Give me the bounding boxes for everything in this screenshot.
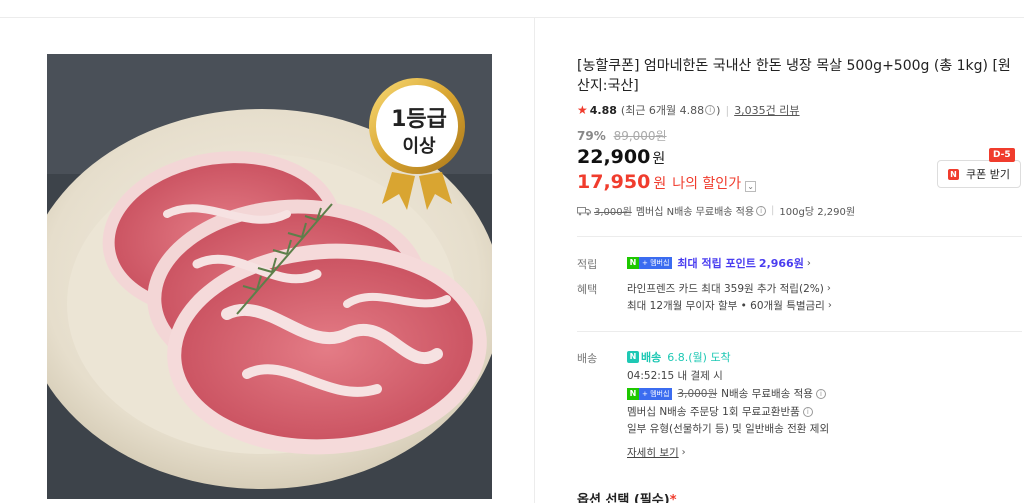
points-text: 최대 적립 포인트: [677, 257, 756, 270]
chevron-right-icon: ›: [681, 447, 686, 458]
gallery-panel: 1등급 이상 1/9: [0, 18, 535, 503]
naver-n-icon: N: [948, 168, 959, 180]
my-price-label: 나의 할인가: [672, 176, 742, 192]
price-unit: 원: [652, 151, 666, 167]
star-icon: ★: [577, 103, 588, 117]
unit-price: 100g당 2,290원: [779, 207, 856, 218]
benefit-card-row[interactable]: 라인프렌즈 카드 최대 359원 추가 적립(2%) ›: [627, 281, 831, 296]
section-divider: [577, 236, 1022, 237]
chevron-down-icon[interactable]: ⌄: [745, 181, 757, 192]
price-row: 22,900 원: [577, 146, 665, 168]
benefits-label: 혜택: [577, 283, 598, 296]
coupon-label: 쿠폰 받기: [966, 168, 1010, 181]
points-row[interactable]: N + 멤버십 최대 적립 포인트 2,966원 ›: [627, 255, 811, 271]
review-count-link[interactable]: 3,035건 리뷰: [734, 102, 799, 118]
benefit-installment-row[interactable]: 최대 12개월 무이자 할부 • 60개월 특별금리 ›: [627, 298, 832, 313]
delivery-service-row: N 배송 6.8.(월) 도착: [627, 349, 731, 365]
delivery-details-link[interactable]: 자세히 보기 ›: [627, 445, 686, 460]
shipping-summary: 3,000원 멤버십 N배송 무료배송 적용 i | 100g당 2,290원: [577, 203, 855, 218]
arrival-date: 6.8.(월) 도착: [667, 351, 731, 364]
delivery-fee-strike: 3,000원: [677, 388, 718, 400]
info-icon[interactable]: i: [815, 388, 826, 399]
benefit-installment-text: 최대 12개월 무이자 할부 • 60개월 특별금리: [627, 300, 825, 312]
n-delivery-icon: N: [627, 351, 639, 363]
coupon-dday-badge: D-5: [989, 148, 1015, 162]
naver-plus-membership-icon: N + 멤버십: [627, 257, 673, 269]
rating-recent: (최근 6개월 4.88: [620, 104, 705, 117]
chevron-right-icon: ›: [827, 300, 832, 311]
divider: |: [725, 103, 730, 117]
discount-row: 79% 89,000원: [577, 127, 667, 144]
points-amount: 2,966원: [758, 257, 804, 270]
rating-row: ★ 4.88 (최근 6개월 4.88 i ) | 3,035건 리뷰: [577, 102, 800, 118]
delivery-exclusion: 일부 유형(선물하기 등) 및 일반배송 전환 제외: [627, 423, 830, 435]
rating-recent-end: ): [716, 103, 721, 117]
section-divider: [577, 331, 1022, 332]
my-price: 17,950: [577, 171, 651, 193]
points-label: 적립: [577, 258, 598, 271]
chevron-right-icon: ›: [826, 283, 831, 294]
info-icon[interactable]: i: [802, 406, 813, 417]
sale-price: 22,900: [577, 146, 651, 168]
delivery-label: 배송: [577, 352, 598, 365]
truck-icon: [577, 206, 591, 215]
shipping-original-fee: 3,000원: [594, 207, 632, 218]
badge-line1: 1등급: [391, 107, 447, 132]
product-image[interactable]: 1등급 이상 1/9: [47, 54, 492, 499]
option-select-title: 옵션 선택 (필수)*: [577, 489, 677, 503]
product-info-panel: [농할쿠폰] 엄마네한돈 국내산 한돈 냉장 목살 500g+500g (총 1…: [577, 0, 1022, 503]
delivery-exchange-text: 멤버십 N배송 주문당 1회 무료교환반품: [627, 406, 800, 418]
my-price-row[interactable]: 17,950 원 나의 할인가 ⌄: [577, 171, 757, 193]
chevron-right-icon: ›: [806, 257, 811, 269]
rating-score: 4.88: [589, 103, 617, 117]
badge-line2: 이상: [402, 136, 436, 157]
info-icon[interactable]: i: [756, 205, 767, 216]
original-price: 89,000원: [613, 129, 667, 143]
required-mark: *: [669, 493, 677, 503]
info-icon[interactable]: i: [705, 105, 716, 115]
n-delivery-badge: N 배송: [627, 349, 661, 365]
coupon-button[interactable]: N 쿠폰 받기: [937, 160, 1021, 188]
shipping-text: 멤버십 N배송 무료배송 적용: [635, 207, 755, 218]
delivery-fee-text: N배송 무료배송 적용: [721, 388, 813, 400]
product-title: [농할쿠폰] 엄마네한돈 국내산 한돈 냉장 목살 500g+500g (총 1…: [577, 58, 1011, 94]
pork-neck-photo: 1등급 이상: [47, 54, 492, 499]
delivery-countdown: 04:52:15 내 결제 시: [627, 370, 723, 382]
delivery-fee-row: N + 멤버십 3,000원 N배송 무료배송 적용 i: [627, 386, 826, 401]
benefit-card-text: 라인프렌즈 카드 최대 359원 추가 적립(2%): [627, 283, 824, 295]
my-price-unit: 원: [653, 176, 667, 192]
divider: |: [771, 205, 775, 216]
discount-rate: 79%: [577, 129, 606, 143]
naver-plus-membership-icon: N + 멤버십: [627, 387, 673, 400]
delivery-exchange-row: 멤버십 N배송 주문당 1회 무료교환반품 i: [627, 404, 813, 419]
